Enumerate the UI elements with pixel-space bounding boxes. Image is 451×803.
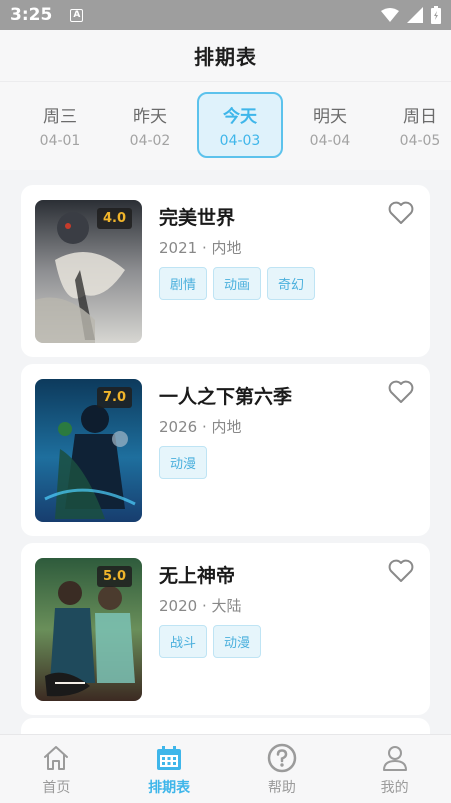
favorite-heart-icon[interactable] — [388, 559, 414, 583]
show-meta: 2021 · 内地 — [159, 239, 242, 257]
day-tab[interactable]: 周三 04-01 — [17, 92, 103, 158]
day-date: 04-03 — [219, 133, 261, 149]
show-poster[interactable]: 7.0 — [35, 379, 142, 522]
tag-list: 动漫 — [159, 446, 208, 479]
show-card[interactable]: 5.0 无上神帝 2020 · 大陆 战斗 动漫 — [21, 543, 430, 715]
day-name: 周三 — [43, 107, 77, 127]
day-date: 04-02 — [129, 133, 171, 149]
rating-badge: 7.0 — [96, 387, 132, 408]
show-card[interactable]: 4.0 完美世界 2021 · 内地 剧情 动画 奇幻 — [21, 185, 430, 357]
day-name: 明天 — [313, 107, 347, 127]
show-card[interactable]: 7.0 一人之下第六季 2026 · 内地 动漫 — [21, 364, 430, 536]
rating-badge: 5.0 — [96, 566, 132, 587]
show-title: 完美世界 — [159, 207, 236, 229]
favorite-heart-icon[interactable] — [388, 201, 414, 225]
day-tab[interactable]: 周日 04-05 — [377, 92, 451, 158]
tag-list: 战斗 动漫 — [159, 625, 262, 658]
favorite-heart-icon[interactable] — [388, 380, 414, 404]
day-tab-selected[interactable]: 今天 04-03 — [197, 92, 283, 158]
day-name: 昨天 — [133, 107, 167, 127]
day-date: 04-01 — [39, 133, 81, 149]
day-selector: 周三 04-01 昨天 04-02 今天 04-03 明天 04-04 周日 0… — [0, 82, 451, 170]
notification-badge: A — [70, 8, 84, 22]
user-icon — [382, 746, 407, 771]
show-meta: 2020 · 大陆 — [159, 597, 242, 615]
nav-label: 首页 — [42, 780, 71, 796]
rating-badge: 4.0 — [96, 208, 132, 229]
day-date: 04-05 — [399, 133, 441, 149]
genre-tag[interactable]: 奇幻 — [267, 267, 316, 300]
wifi-icon — [381, 7, 399, 22]
nav-item-help[interactable]: 帮助 — [226, 735, 339, 803]
day-name: 周日 — [403, 107, 437, 127]
tag-list: 剧情 动画 奇幻 — [159, 267, 316, 300]
calendar-icon — [157, 746, 182, 770]
show-title: 无上神帝 — [159, 565, 236, 587]
day-date: 04-04 — [309, 133, 351, 149]
nav-label: 排期表 — [148, 780, 191, 796]
genre-tag[interactable]: 动漫 — [159, 446, 208, 479]
nav-item-home[interactable]: 首页 — [0, 735, 113, 803]
nav-label: 帮助 — [267, 780, 296, 796]
nav-item-schedule[interactable]: 排期表 — [113, 735, 226, 803]
genre-tag[interactable]: 剧情 — [159, 267, 208, 300]
signal-icon — [407, 7, 423, 23]
status-time: 3:25 — [10, 5, 53, 25]
day-tab[interactable]: 昨天 04-02 — [107, 92, 193, 158]
status-bar: 3:25 A — [0, 0, 451, 30]
day-name: 今天 — [223, 107, 257, 127]
page-title: 排期表 — [194, 45, 257, 69]
genre-tag[interactable]: 战斗 — [159, 625, 208, 658]
show-poster[interactable]: 4.0 — [35, 200, 142, 343]
home-icon — [44, 746, 69, 770]
nav-label: 我的 — [380, 780, 409, 796]
show-poster[interactable]: 5.0 — [35, 558, 142, 701]
nav-item-profile[interactable]: 我的 — [338, 735, 451, 803]
help-icon — [267, 743, 297, 773]
bottom-nav: 首页 排期表 帮助 我的 — [0, 734, 451, 803]
show-meta: 2026 · 内地 — [159, 418, 242, 436]
genre-tag[interactable]: 动漫 — [213, 625, 262, 658]
genre-tag[interactable]: 动画 — [213, 267, 262, 300]
show-title: 一人之下第六季 — [159, 386, 293, 408]
day-tab[interactable]: 明天 04-04 — [287, 92, 373, 158]
app-header: 排期表 — [0, 30, 451, 82]
battery-icon — [431, 6, 441, 24]
